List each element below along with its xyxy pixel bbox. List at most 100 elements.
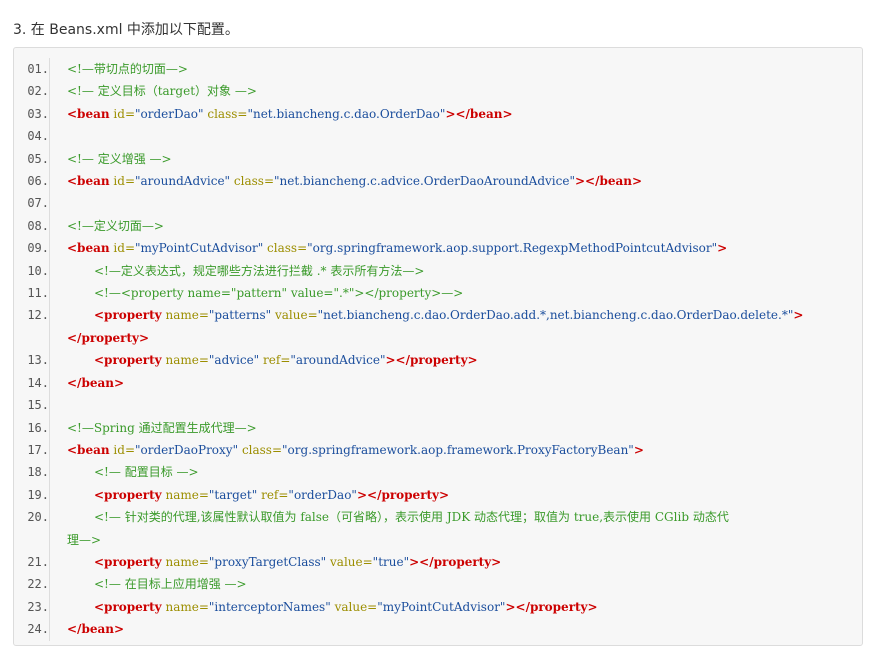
code-attribute: class= — [233, 174, 275, 189]
code-tag: <property — [94, 487, 162, 502]
line-content: <!— 定义目标（target）对象 —> — [67, 80, 862, 102]
code-line: 17. <bean id="orderDaoProxy" class="org.s… — [14, 438, 862, 462]
code-tag: ></property> — [385, 353, 478, 368]
code-tag: ></property> — [409, 554, 502, 569]
line-number: 11. — [14, 282, 50, 305]
code-string: "advice" — [208, 353, 260, 368]
line-content — [67, 394, 862, 416]
line-content — [67, 125, 862, 147]
code-comment: <!—定义表达式，规定哪些方法进行拦截 .* 表示所有方法—> — [94, 263, 425, 278]
code-tag: <bean — [67, 106, 110, 121]
code-attribute: name= — [165, 353, 209, 368]
code-attribute: value= — [334, 599, 378, 614]
code-attribute: name= — [165, 554, 209, 569]
line-number: 23. — [14, 595, 50, 619]
code-line: 06. <bean id="aroundAdvice" class="net.bi… — [14, 170, 862, 193]
code-tag: ></property> — [505, 599, 598, 614]
code-line: 03. <bean id="orderDao" class="net.bianch… — [14, 102, 862, 126]
code-string: "orderDao" — [135, 106, 204, 121]
line-content: <!—<property name="pattern" value=".*"><… — [67, 282, 862, 304]
code-line: 11. <!—<property name="pattern" value=".*… — [14, 282, 862, 305]
code-comment: <!—定义切面—> — [67, 218, 164, 233]
line-content: <!— 针对类的代理,该属性默认取值为 false（可省略），表示使用 JDK … — [67, 506, 862, 551]
line-content: <!— 配置目标 —> — [67, 461, 862, 483]
line-content: <!— 在目标上应用增强 —> — [67, 573, 862, 595]
code-string: "myPointCutAdvisor" — [135, 241, 264, 256]
code-comment: <!— 在目标上应用增强 —> — [94, 577, 247, 592]
code-attribute: id= — [113, 174, 135, 189]
line-number: 15. — [14, 394, 50, 417]
line-number: 07. — [14, 192, 50, 215]
code-line: 09. <bean id="myPointCutAdvisor" class="o… — [14, 237, 862, 260]
code-attribute: class= — [267, 241, 308, 256]
code-string: "net.biancheng.c.dao.OrderDao.add.*,net.… — [317, 308, 794, 323]
code-attribute: value= — [274, 308, 318, 323]
code-string: "orderDaoProxy" — [135, 442, 239, 457]
code-line: 20. <!— 针对类的代理,该属性默认取值为 false（可省略），表示使用 J… — [14, 506, 862, 551]
code-attribute: class= — [241, 442, 283, 457]
line-number: 02. — [14, 80, 50, 103]
line-content: <property name="advice" ref="aroundAdvic… — [67, 349, 862, 371]
line-content — [67, 192, 862, 214]
code-string: "aroundAdvice" — [290, 353, 386, 368]
code-line: 21. <property name="proxyTargetClass" val… — [14, 550, 862, 574]
code-string: "target" — [208, 487, 258, 502]
line-number: 12. — [14, 304, 50, 350]
code-string: "net.biancheng.c.advice.OrderDaoAroundAd… — [274, 174, 575, 189]
code-string: "patterns" — [208, 308, 272, 323]
code-string: "proxyTargetClass" — [208, 554, 327, 569]
code-comment: <!—Spring 通过配置生成代理—> — [67, 420, 257, 435]
code-line: 15. — [14, 394, 862, 417]
code-string: "myPointCutAdvisor" — [377, 599, 506, 614]
code-tag: > — [793, 308, 804, 323]
code-tag: > — [633, 442, 644, 457]
line-content: <property name="interceptorNames" value=… — [67, 596, 862, 618]
code-tag: <bean — [67, 442, 110, 457]
code-comment: <!— 定义目标（target）对象 —> — [67, 84, 257, 99]
code-block: 01. <!—带切点的切面—> 02. <!— 定义目标（target）对象 —> 03… — [13, 47, 863, 646]
code-line: 12. <property name="patterns" value="net.… — [14, 304, 862, 350]
line-content: <bean id="aroundAdvice" class="net.bianc… — [67, 170, 862, 192]
line-number: 04. — [14, 125, 50, 148]
code-line: 24. </bean> — [14, 618, 862, 641]
line-number: 21. — [14, 550, 50, 574]
line-number: 10. — [14, 259, 50, 283]
code-attribute: id= — [113, 241, 135, 256]
line-content: <!—带切点的切面—> — [67, 58, 862, 80]
code-line: 05. <!— 定义增强 —> — [14, 147, 862, 171]
line-content: <!—定义切面—> — [67, 215, 862, 237]
line-content: <bean id="myPointCutAdvisor" class="org.… — [67, 237, 862, 259]
code-tag: <bean — [67, 174, 110, 189]
line-content: <property name="target" ref="orderDao"><… — [67, 484, 862, 506]
code-attribute: id= — [113, 106, 135, 121]
line-content: <!— 定义增强 —> — [67, 148, 862, 170]
line-number: 09. — [14, 237, 50, 260]
step-heading: 3. 在 Beans.xml 中添加以下配置。 — [13, 22, 239, 38]
code-string: "true" — [372, 554, 410, 569]
line-number: 01. — [14, 58, 50, 81]
line-number: 22. — [14, 573, 50, 596]
code-tag: <property — [94, 554, 162, 569]
code-comment: <!—带切点的切面—> — [67, 62, 188, 76]
code-comment: <!— 针对类的代理,该属性默认取值为 false（可省略），表示使用 JDK … — [94, 510, 729, 525]
line-content: </bean> — [67, 372, 862, 394]
code-string: "orderDao" — [288, 487, 357, 502]
code-line: 18. <!— 配置目标 —> — [14, 461, 862, 484]
line-number: 06. — [14, 170, 50, 193]
code-string: "aroundAdvice" — [135, 174, 231, 189]
code-attribute: id= — [113, 442, 135, 457]
code-tag: </property> — [67, 330, 150, 345]
line-number: 18. — [14, 461, 50, 484]
code-tag: ></bean> — [574, 174, 643, 189]
line-content: <bean id="orderDaoProxy" class="org.spri… — [67, 439, 862, 461]
code-line: 01. <!—带切点的切面—> — [14, 58, 862, 81]
code-line: 04. — [14, 125, 862, 148]
code-tag: <property — [94, 353, 162, 368]
code-attribute: class= — [207, 106, 248, 121]
code-line: 08. <!—定义切面—> — [14, 214, 862, 238]
code-attribute: name= — [165, 487, 209, 502]
line-number: 16. — [14, 416, 50, 439]
code-line: 23. <property name="interceptorNames" val… — [14, 595, 862, 619]
line-number: 19. — [14, 483, 50, 507]
line-number: 05. — [14, 147, 50, 171]
